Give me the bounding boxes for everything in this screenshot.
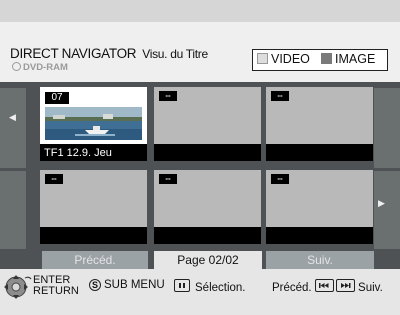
skip-forward-key-icon bbox=[335, 279, 355, 292]
title-cell-3[interactable]: -- bbox=[266, 87, 373, 161]
title-cell-2[interactable]: -- bbox=[154, 87, 261, 161]
title-number: -- bbox=[159, 91, 177, 101]
title-cell-1[interactable]: 07 TF1 12.9. Jeu bbox=[40, 87, 147, 161]
right-side-band-lower bbox=[374, 171, 400, 251]
footer-help: ENTER RETURN S SUB MENU Sélection. Précéd… bbox=[0, 269, 400, 305]
scroll-left-arrow-icon[interactable]: ◀ bbox=[9, 112, 16, 123]
title-number: -- bbox=[159, 174, 177, 184]
scroll-right-arrow-icon[interactable]: ▶ bbox=[378, 198, 385, 209]
select-hint: Sélection. bbox=[174, 279, 246, 294]
title-cell-6[interactable]: -- bbox=[266, 170, 373, 244]
title-label-bar bbox=[154, 144, 261, 161]
title-number: 07 bbox=[45, 92, 69, 104]
title-thumbnail bbox=[45, 107, 142, 140]
title-label-bar bbox=[40, 227, 147, 244]
title-label-bar bbox=[266, 227, 373, 244]
title-grid: ◀ ▶ 07 TF1 12.9. Jeu -- -- -- -- -- bbox=[0, 82, 400, 251]
submenu-label: SUB MENU bbox=[104, 279, 165, 291]
return-label: RETURN bbox=[33, 285, 79, 297]
enter-return-hint: ENTER RETURN bbox=[33, 275, 79, 297]
mode-video[interactable]: VIDEO bbox=[257, 52, 310, 66]
next-page-button[interactable]: Suiv. bbox=[266, 251, 374, 269]
subtitle-text: Visu. du Titre bbox=[142, 47, 208, 61]
skip-hint: Précéd. Suiv. bbox=[272, 279, 383, 294]
skip-back-key-icon bbox=[314, 279, 334, 292]
right-side-band bbox=[374, 88, 400, 168]
enter-return-joystick-icon bbox=[4, 275, 32, 299]
page-title: DIRECT NAVIGATOR Visu. du Titre bbox=[10, 46, 208, 61]
title-number: -- bbox=[271, 174, 289, 184]
title-cell-4[interactable]: -- bbox=[40, 170, 147, 244]
title-label-bar bbox=[266, 144, 373, 161]
skip-prev-label: Précéd. bbox=[272, 282, 312, 294]
mode-selector: VIDEO IMAGE bbox=[252, 49, 388, 71]
top-band bbox=[0, 0, 400, 22]
title-text: DIRECT NAVIGATOR bbox=[10, 46, 137, 61]
previous-page-button[interactable]: Précéd. bbox=[42, 251, 148, 269]
pause-key-icon bbox=[174, 279, 190, 292]
title-number: -- bbox=[271, 91, 289, 101]
video-square-icon bbox=[257, 53, 268, 64]
direct-navigator-screen: DIRECT NAVIGATOR Visu. du Titre DVD-RAM V… bbox=[0, 0, 400, 315]
page-navigation: Précéd. Page 02/02 Suiv. bbox=[0, 249, 400, 269]
disc-type: DVD-RAM bbox=[12, 62, 68, 73]
title-cell-5[interactable]: -- bbox=[154, 170, 261, 244]
disc-label: DVD-RAM bbox=[23, 62, 68, 73]
skip-next-label: Suiv. bbox=[358, 282, 383, 294]
mode-image-label: IMAGE bbox=[335, 52, 376, 66]
mode-image[interactable]: IMAGE bbox=[321, 52, 375, 66]
s-key-icon: S bbox=[89, 279, 101, 291]
select-label: Sélection. bbox=[195, 282, 246, 294]
left-side-band-lower bbox=[0, 171, 26, 251]
mode-video-label: VIDEO bbox=[271, 52, 310, 66]
title-label: TF1 12.9. Jeu bbox=[44, 147, 112, 159]
image-square-icon bbox=[321, 53, 332, 64]
submenu-hint: S SUB MENU bbox=[89, 279, 165, 291]
title-label-bar bbox=[154, 227, 261, 244]
left-side-band bbox=[0, 88, 26, 168]
title-number: -- bbox=[45, 174, 63, 184]
disc-icon bbox=[12, 62, 21, 71]
page-indicator: Page 02/02 bbox=[154, 251, 262, 269]
